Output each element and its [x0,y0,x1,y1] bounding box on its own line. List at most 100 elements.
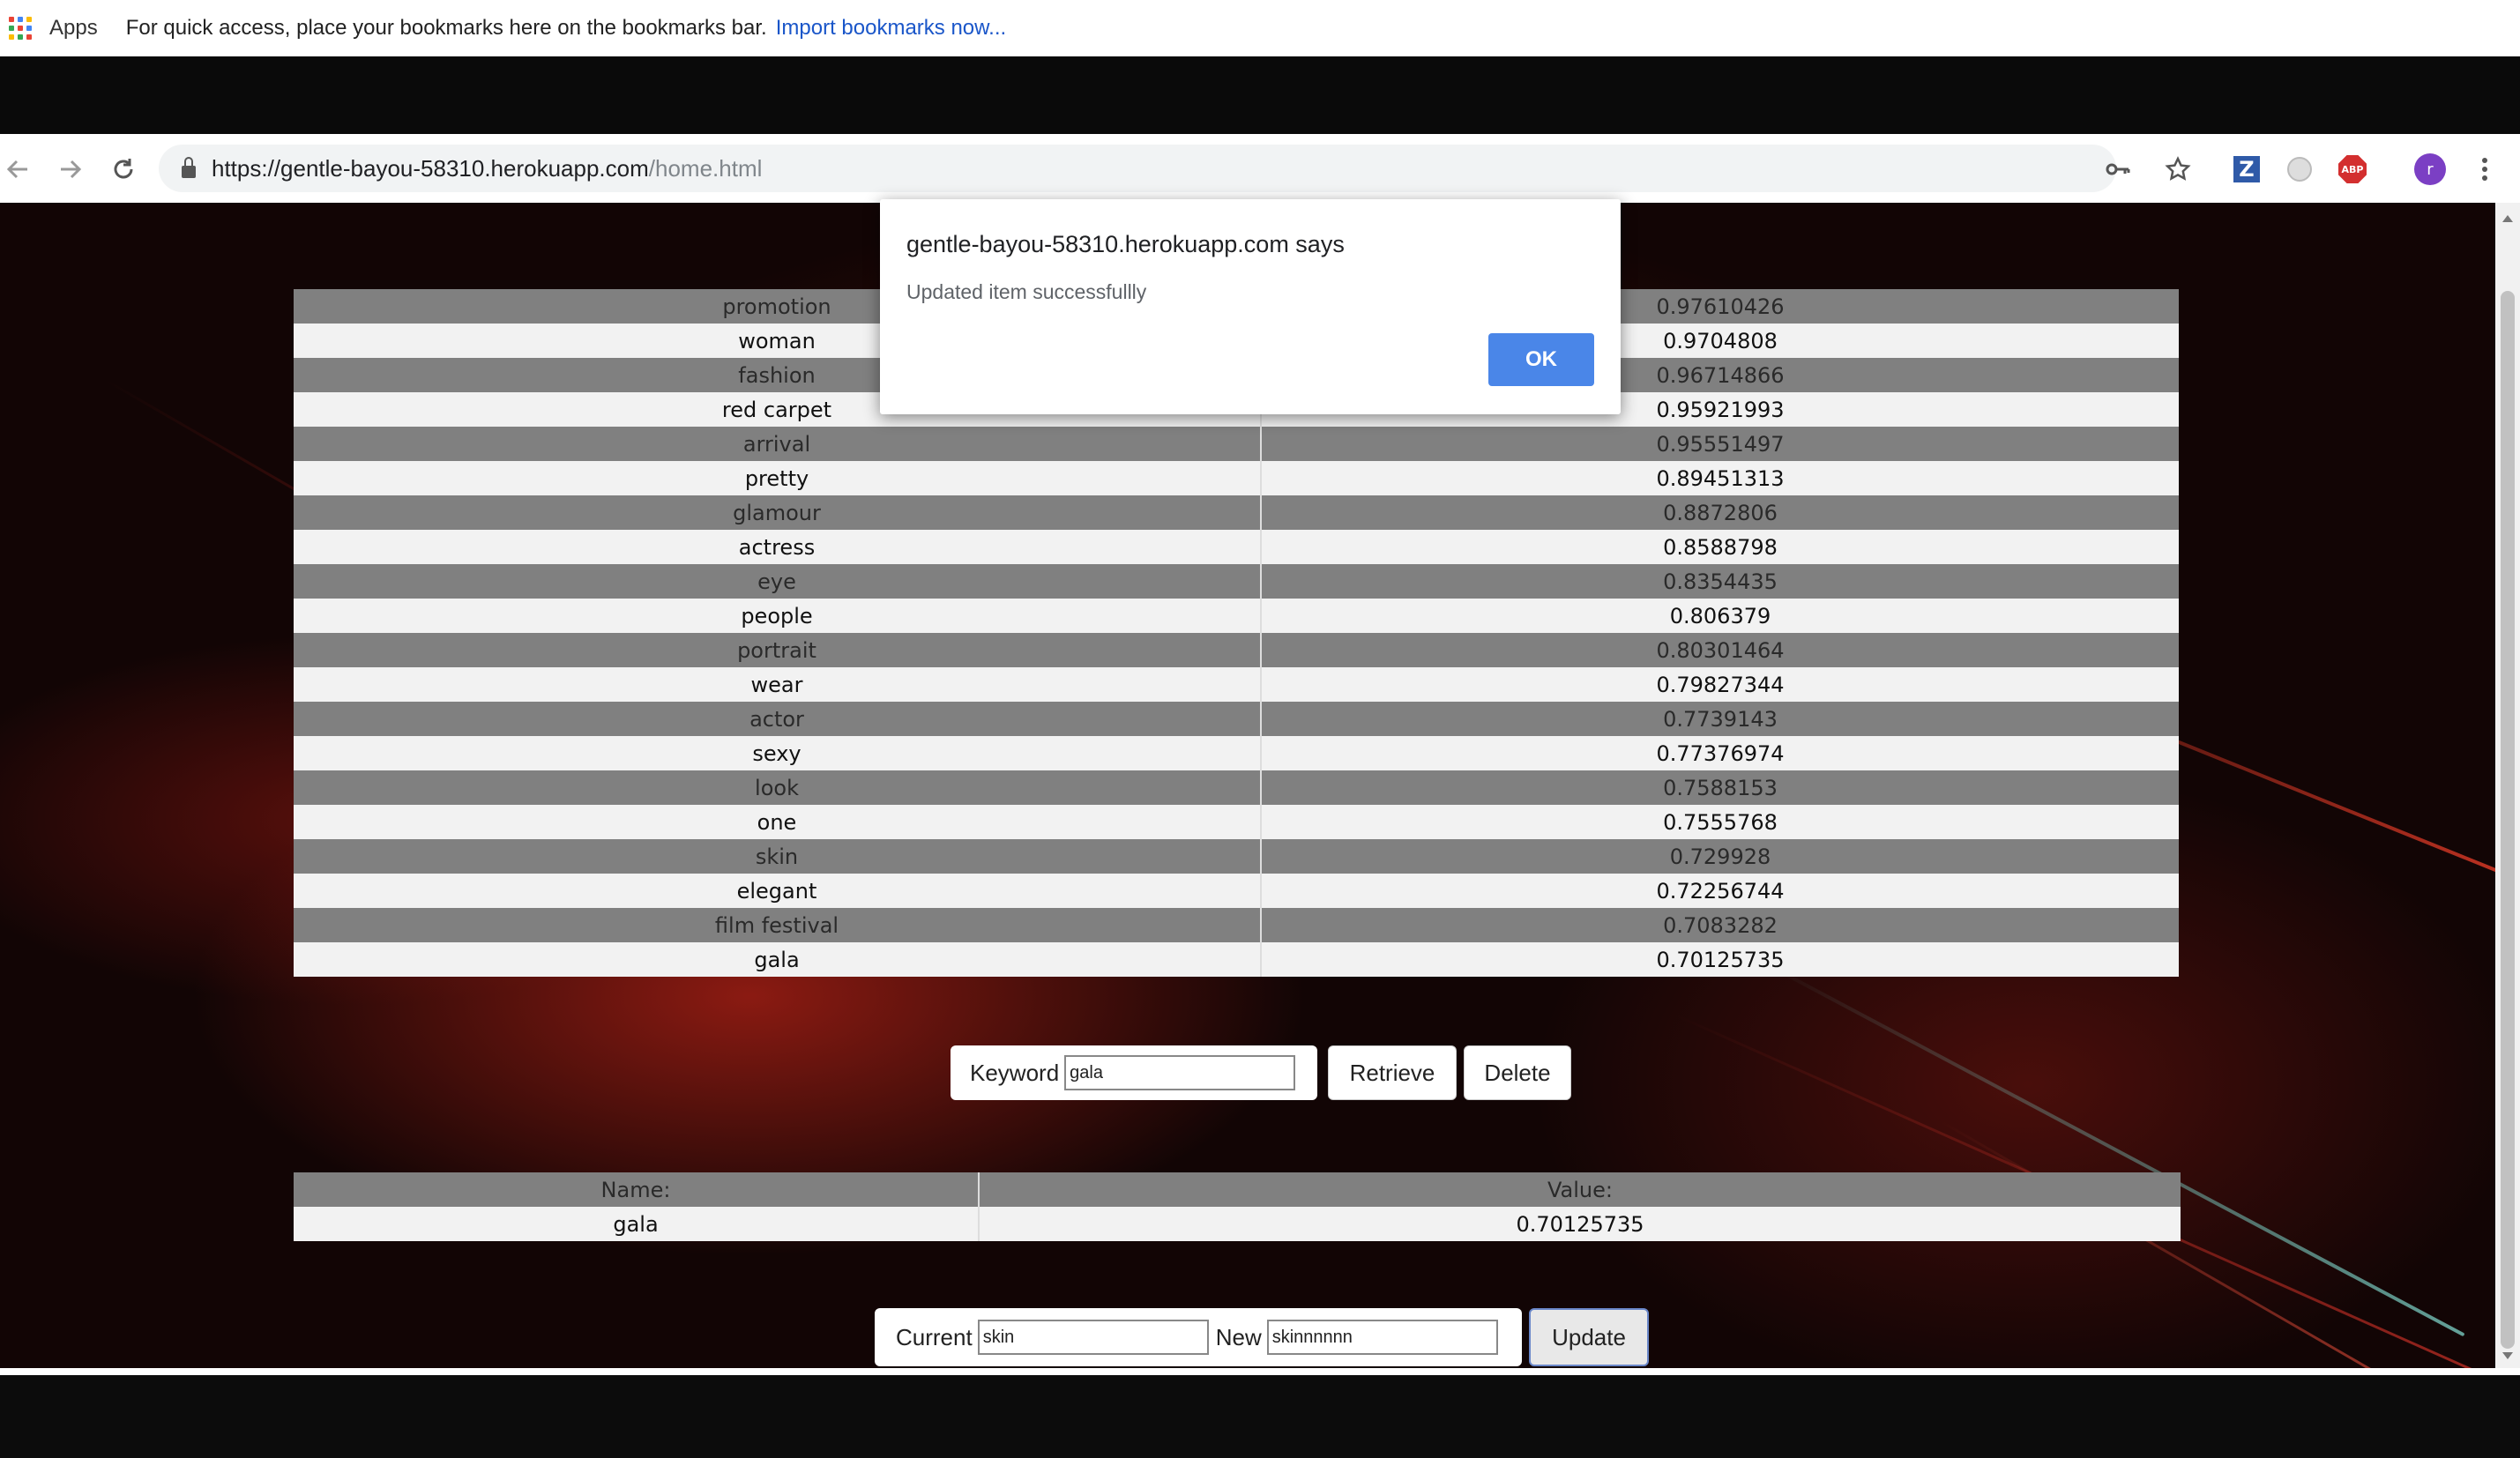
ok-button[interactable]: OK [1488,333,1594,386]
current-input[interactable] [977,1320,1209,1355]
keyword-name-cell: sexy [294,736,1262,770]
keyword-value-cell: 0.7739143 [1261,702,2179,736]
value-header: Value: [979,1172,2181,1207]
result-name: gala [294,1207,980,1241]
browser-toolbar: https://gentle-bayou-58310.herokuapp.com… [0,134,2520,204]
keyword-name-cell: actor [294,702,1262,736]
table-row: look 0.7588153 [294,770,2179,805]
light-streak [1763,961,2465,1337]
table-row: one 0.7555768 [294,805,2179,839]
bottom-bar [0,1368,2520,1458]
keyword-name-cell: gala [294,942,1262,977]
table-row: sexy 0.77376974 [294,736,2179,770]
zotero-z-label: Z [2233,156,2260,182]
keyword-name-cell: glamour [294,495,1262,530]
table-row: arrival 0.95551497 [294,427,2179,461]
page-scrollbar[interactable] [2495,203,2520,1368]
result-row: gala 0.70125735 [294,1207,2181,1241]
table-row: actor 0.7739143 [294,702,2179,736]
keyword-value-cell: 0.8354435 [1261,564,2179,599]
keyword-name-cell: wear [294,667,1262,702]
url-host: https://gentle-bayou-58310.herokuapp.com [212,154,649,182]
keyword-value-cell: 0.8588798 [1261,530,2179,564]
bookmark-star-icon[interactable] [2162,153,2194,185]
table-row: elegant 0.72256744 [294,874,2179,908]
apps-label[interactable]: Apps [49,16,98,41]
keyword-name-cell: eye [294,564,1262,599]
alert-dialog: gentle-bayou-58310.herokuapp.com says Up… [880,199,1621,414]
table-row: actress 0.8588798 [294,530,2179,564]
keyword-value-cell: 0.72256744 [1261,874,2179,908]
scroll-up-arrow-icon[interactable] [2502,215,2513,222]
update-button[interactable]: Update [1529,1308,1649,1366]
url-path: /home.html [648,154,763,182]
table-row: people 0.806379 [294,599,2179,633]
more-menu-icon[interactable] [2469,153,2501,185]
keyword-name-cell: arrival [294,427,1262,461]
keyword-value-cell: 0.806379 [1261,599,2179,633]
delete-button[interactable]: Delete [1464,1045,1571,1100]
keyword-name-cell: one [294,805,1262,839]
address-bar[interactable]: https://gentle-bayou-58310.herokuapp.com… [159,145,2116,192]
keyword-value-cell: 0.7588153 [1261,770,2179,805]
keyword-input[interactable] [1064,1055,1296,1090]
bookmarks-note: For quick access, place your bookmarks h… [125,16,767,40]
dialog-title: gentle-bayou-58310.herokuapp.com says [906,231,1345,257]
current-label: Current [896,1323,973,1350]
table-row: skin 0.729928 [294,839,2179,874]
retrieve-button[interactable]: Retrieve [1328,1045,1457,1100]
keyword-value-cell: 0.79827344 [1261,667,2179,702]
reload-icon[interactable] [106,152,141,187]
result-value: 0.70125735 [979,1207,2181,1241]
apps-grid-icon[interactable] [9,17,32,40]
update-form: Current New [875,1308,1522,1366]
key-icon[interactable] [2102,153,2134,185]
keyword-value-cell: 0.70125735 [1261,942,2179,977]
keyword-form: Keyword [951,1045,1317,1100]
keyword-value-cell: 0.89451313 [1261,461,2179,495]
back-arrow-icon[interactable] [0,152,35,187]
keyword-name-cell: elegant [294,874,1262,908]
table-row: gala 0.70125735 [294,942,2179,977]
keyword-label: Keyword [970,1059,1060,1086]
keyword-name-cell: skin [294,839,1262,874]
keyword-value-cell: 0.7555768 [1261,805,2179,839]
scroll-down-arrow-icon[interactable] [2502,1352,2513,1359]
new-input[interactable] [1266,1320,1498,1355]
profile-avatar[interactable]: r [2414,153,2446,185]
result-header-row: Name: Value: [294,1172,2181,1207]
keyword-name-cell: people [294,599,1262,633]
keyword-name-cell: pretty [294,461,1262,495]
grey-extension-icon[interactable] [2284,153,2315,185]
new-label: New [1215,1323,1262,1350]
adblock-label: ABP [2338,155,2367,183]
keyword-name-cell: look [294,770,1262,805]
lock-icon[interactable] [182,157,196,178]
keyword-value-cell: 0.7083282 [1261,908,2179,942]
keyword-value-cell: 0.80301464 [1261,633,2179,667]
forward-arrow-icon[interactable] [53,152,88,187]
zotero-z-icon[interactable]: Z [2231,153,2263,185]
tab-strip [0,56,2520,194]
avatar-initial: r [2414,153,2446,185]
scrollbar-thumb[interactable] [2501,291,2515,1349]
table-row: glamour 0.8872806 [294,495,2179,530]
dialog-message: Updated item successfullly [906,280,1147,303]
adblock-plus-icon[interactable]: ABP [2337,153,2368,185]
name-header: Name: [294,1172,980,1207]
table-row: eye 0.8354435 [294,564,2179,599]
table-row: pretty 0.89451313 [294,461,2179,495]
keyword-name-cell: film festival [294,908,1262,942]
light-streak [1939,1120,2475,1368]
table-row: film festival 0.7083282 [294,908,2179,942]
import-bookmarks-link[interactable]: Import bookmarks now... [776,16,1006,41]
keyword-value-cell: 0.77376974 [1261,736,2179,770]
table-row: portrait 0.80301464 [294,633,2179,667]
keyword-value-cell: 0.729928 [1261,839,2179,874]
keyword-value-cell: 0.8872806 [1261,495,2179,530]
table-row: wear 0.79827344 [294,667,2179,702]
result-table: Name: Value: gala 0.70125735 [294,1172,2181,1241]
keyword-value-cell: 0.95551497 [1261,427,2179,461]
keyword-name-cell: portrait [294,633,1262,667]
keyword-name-cell: actress [294,530,1262,564]
